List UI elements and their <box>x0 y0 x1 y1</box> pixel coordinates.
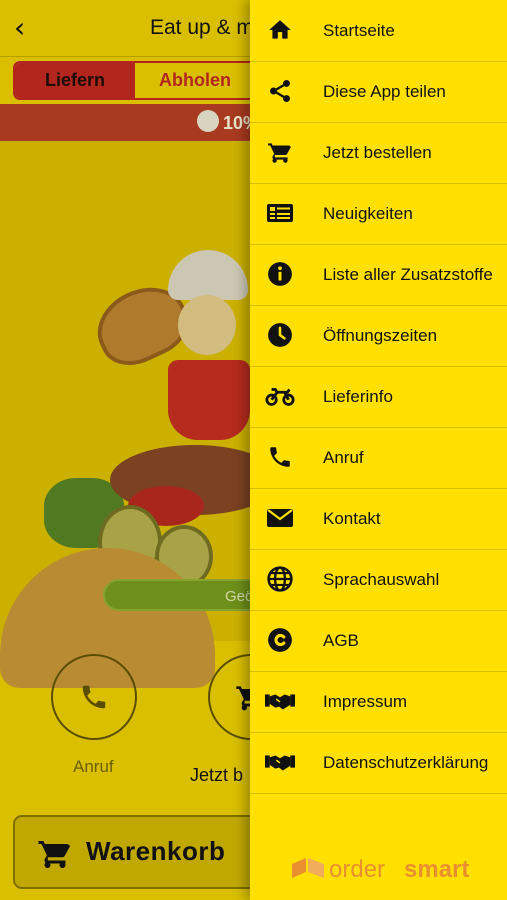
menu-item-contact[interactable]: Kontakt <box>250 488 507 550</box>
menu-item-label: Anruf <box>323 448 364 467</box>
menu-item-label: Neuigkeiten <box>323 204 413 223</box>
menu-item-label: Jetzt bestellen <box>323 143 432 162</box>
brand-text-smart: smart <box>404 856 470 883</box>
tab-pickup[interactable]: Abholen <box>135 63 255 98</box>
menu-item-home[interactable]: Startseite <box>250 0 507 62</box>
menu-item-order-now[interactable]: Jetzt bestellen <box>250 122 507 184</box>
tab-deliver[interactable]: Liefern <box>15 63 135 98</box>
menu-item-imprint[interactable]: Impressum <box>250 671 507 733</box>
call-button[interactable] <box>51 654 137 740</box>
menu-item-label: Startseite <box>323 21 395 40</box>
chef-body-graphic <box>168 360 250 440</box>
menu-item-privacy[interactable]: Datenschutzerklärung <box>250 732 507 794</box>
phone-icon <box>265 444 295 470</box>
copyright-icon <box>265 627 295 653</box>
news-icon <box>265 200 295 226</box>
globe-icon <box>265 566 295 592</box>
handshake-icon <box>265 749 295 775</box>
menu-item-label: Sprachauswahl <box>323 570 440 589</box>
brand-text-order: order <box>329 856 386 883</box>
menu-item-label: Diese App teilen <box>323 82 446 101</box>
menu-item-label: Öffnungszeiten <box>323 326 438 345</box>
navigation-drawer: Startseite Diese App teilen Jetzt bestel… <box>250 0 507 900</box>
menu-item-share-app[interactable]: Diese App teilen <box>250 61 507 123</box>
share-icon <box>265 78 295 104</box>
order-now-label: Jetzt b <box>190 765 244 785</box>
menu-item-opening-hours[interactable]: Öffnungszeiten <box>250 305 507 367</box>
menu-item-call[interactable]: Anruf <box>250 427 507 489</box>
cart-icon <box>265 139 295 165</box>
cart-icon <box>37 835 73 876</box>
clock-icon <box>265 322 295 348</box>
menu-item-label: Liste aller Zusatzstoffe <box>323 265 493 284</box>
menu-item-label: Lieferinfo <box>323 387 393 406</box>
menu-item-label: Impressum <box>323 692 408 711</box>
call-label: Anruf <box>73 757 114 776</box>
chef-head-graphic <box>178 295 236 355</box>
order-smart-logo: order smart <box>292 856 469 883</box>
order-mode-toggle: Liefern Abholen <box>13 61 257 100</box>
handshake-icon <box>265 688 295 714</box>
menu-item-delivery-info[interactable]: Lieferinfo <box>250 366 507 428</box>
motorcycle-icon <box>265 383 295 409</box>
menu-item-terms[interactable]: AGB <box>250 610 507 672</box>
discount-badge-icon <box>197 110 219 132</box>
info-icon <box>265 261 295 287</box>
menu-item-label: Datenschutzerklärung <box>323 753 489 772</box>
mail-icon <box>265 505 295 531</box>
cart-label: Warenkorb <box>86 836 226 866</box>
page-title: Eat up & my <box>150 16 265 39</box>
home-icon <box>265 17 295 43</box>
menu-item-news[interactable]: Neuigkeiten <box>250 183 507 245</box>
phone-icon <box>53 656 135 738</box>
menu-item-label: AGB <box>323 631 359 650</box>
menu-item-label: Kontakt <box>323 509 381 528</box>
menu-item-language[interactable]: Sprachauswahl <box>250 549 507 611</box>
order-smart-logo-mark-icon <box>292 858 324 878</box>
menu-item-additives[interactable]: Liste aller Zusatzstoffe <box>250 244 507 306</box>
open-status-pill[interactable]: Geö <box>103 579 263 611</box>
chevron-left-icon[interactable]: ‹ <box>14 14 42 42</box>
